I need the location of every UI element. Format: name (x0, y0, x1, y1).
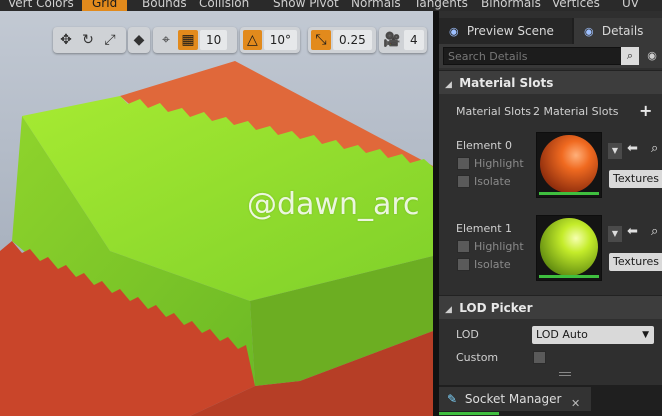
element-0-label: Element 0 (456, 139, 513, 152)
lod-picker-header[interactable]: ◢ LOD Picker (439, 295, 662, 319)
rotate-icon[interactable]: ↻ (78, 30, 98, 50)
search-row: ⌕ ◉ (439, 44, 662, 68)
material-thumbnail-1[interactable] (536, 215, 602, 281)
tab-preview-scene[interactable]: ◉ Preview Scene (439, 18, 572, 44)
search-icon[interactable]: ⌕ (621, 47, 639, 65)
isolate-checkbox-1[interactable] (457, 258, 470, 271)
grid-snap-group: ⌖ ▦ 10 (153, 27, 237, 53)
surface-snap-icon[interactable]: ⌖ (156, 30, 176, 50)
material-thumbnail-0[interactable] (536, 132, 602, 198)
highlight-label-0: Highlight (474, 157, 524, 170)
view-options-icon[interactable]: ◉ (643, 47, 661, 65)
flag-show-pivot[interactable]: Show Pivot (273, 0, 339, 11)
show-flags-bar: Vert Colors Grid Bounds Collision Show P… (0, 0, 662, 11)
material-dropdown-0[interactable]: ▼ (608, 143, 622, 159)
highlight-checkbox-1[interactable] (457, 240, 470, 253)
scale-snap-value[interactable]: 0.25 (333, 30, 372, 50)
watermark: @dawn_arc (247, 187, 420, 222)
tab-details[interactable]: ◉ Details (574, 18, 662, 44)
custom-label: Custom (456, 351, 499, 364)
panel-tabs: ◉ Preview Scene ◉ Details (439, 18, 662, 44)
flag-normals[interactable]: Normals (351, 0, 401, 11)
custom-checkbox[interactable] (533, 351, 546, 364)
details-panel: ◉ Preview Scene ◉ Details ⌕ ◉ ◢ Material… (439, 11, 662, 416)
material-slots-count: 2 Material Slots (533, 105, 619, 118)
collapse-arrow-icon: ◢ (445, 305, 452, 315)
collapse-arrow-icon: ◢ (445, 80, 452, 90)
material-slots-header[interactable]: ◢ Material Slots (439, 70, 662, 94)
textures-label-0: Textures (613, 172, 659, 185)
textures-dropdown-1[interactable]: Textures ▾ (609, 253, 662, 271)
preview-scene-icon: ◉ (449, 25, 459, 38)
rotation-snap-group: △ 10° (240, 27, 300, 53)
close-icon[interactable]: ✕ (571, 392, 580, 416)
lod-label: LOD (456, 328, 479, 341)
flag-bounds[interactable]: Bounds (142, 0, 187, 11)
highlight-checkbox-0[interactable] (457, 157, 470, 170)
scale-snap-group: ⤡ 0.25 (308, 27, 376, 53)
grid-snap-icon[interactable]: ▦ (178, 30, 198, 50)
lod-dropdown[interactable]: LOD Auto ▼ (532, 326, 654, 344)
material-dropdown-1[interactable]: ▼ (608, 226, 622, 242)
use-selected-arrow-icon[interactable]: ⬅ (627, 141, 638, 156)
element-1-label: Element 1 (456, 222, 513, 235)
material-slots-label: Material Slots (456, 105, 531, 118)
thumbnail-status-bar (539, 275, 599, 278)
tab-socket-manager[interactable]: ✎ Socket Manager ✕ (439, 387, 591, 415)
tab-preview-scene-label: Preview Scene (466, 24, 554, 38)
flag-uv[interactable]: UV (622, 0, 639, 11)
flag-grid[interactable]: Grid (82, 0, 128, 11)
isolate-label-1: Isolate (474, 258, 511, 271)
lod-value: LOD Auto (536, 328, 588, 341)
camera-speed-value[interactable]: 4 (404, 30, 424, 50)
browse-search-icon[interactable]: ⌕ (651, 141, 658, 156)
isolate-label-0: Isolate (474, 175, 511, 188)
add-material-slot-icon[interactable]: + (639, 101, 652, 120)
thumbnail-status-bar (539, 192, 599, 195)
lod-picker-header-label: LOD Picker (459, 301, 533, 315)
cube-icon[interactable]: ◆ (131, 30, 147, 50)
isolate-checkbox-0[interactable] (457, 175, 470, 188)
flag-collision[interactable]: Collision (199, 0, 249, 11)
camera-speed-group: 🎥 4 (379, 27, 427, 53)
textures-dropdown-0[interactable]: Textures ▾ (609, 170, 662, 188)
scale-snap-icon[interactable]: ⤡ (311, 30, 331, 50)
grid-snap-value[interactable]: 10 (200, 30, 228, 50)
flag-vertices[interactable]: Vertices (552, 0, 600, 11)
flag-vert-colors[interactable]: Vert Colors (8, 0, 74, 11)
green-sphere-icon (540, 218, 598, 276)
rotation-snap-value[interactable]: 10° (263, 30, 297, 50)
camera-speed-icon[interactable]: 🎥 (382, 30, 402, 50)
socket-manager-bar: ✎ Socket Manager ✕ (439, 385, 662, 416)
search-input[interactable] (443, 47, 623, 65)
flag-tangents[interactable]: Tangents (414, 0, 468, 11)
chevron-down-icon: ▼ (642, 330, 649, 340)
use-selected-arrow-icon[interactable]: ⬅ (627, 224, 638, 239)
active-tab-indicator (439, 412, 499, 415)
material-slots-header-label: Material Slots (459, 76, 554, 90)
resize-grip-icon[interactable] (559, 372, 571, 376)
translate-icon[interactable]: ✥ (56, 30, 76, 50)
rotation-snap-icon[interactable]: △ (243, 30, 262, 50)
orange-sphere-icon (540, 135, 598, 193)
flag-binormals[interactable]: Binormals (481, 0, 541, 11)
textures-label-1: Textures (613, 255, 659, 268)
transform-tools-group: ✥ ↻ ⤢ (53, 27, 126, 53)
highlight-label-1: Highlight (474, 240, 524, 253)
socket-icon: ✎ (447, 392, 458, 406)
socket-manager-label: Socket Manager (464, 392, 562, 406)
tab-details-label: Details (601, 24, 644, 38)
scale-icon[interactable]: ⤢ (100, 30, 120, 50)
mesh-viewport[interactable]: ✥ ↻ ⤢ ◆ ⌖ ▦ 10 △ 10° ⤡ 0.25 🎥 4 @dawn_ar… (0, 11, 433, 416)
world-local-group: ◆ (128, 27, 150, 53)
browse-search-icon[interactable]: ⌕ (651, 224, 658, 239)
details-icon: ◉ (584, 25, 594, 38)
